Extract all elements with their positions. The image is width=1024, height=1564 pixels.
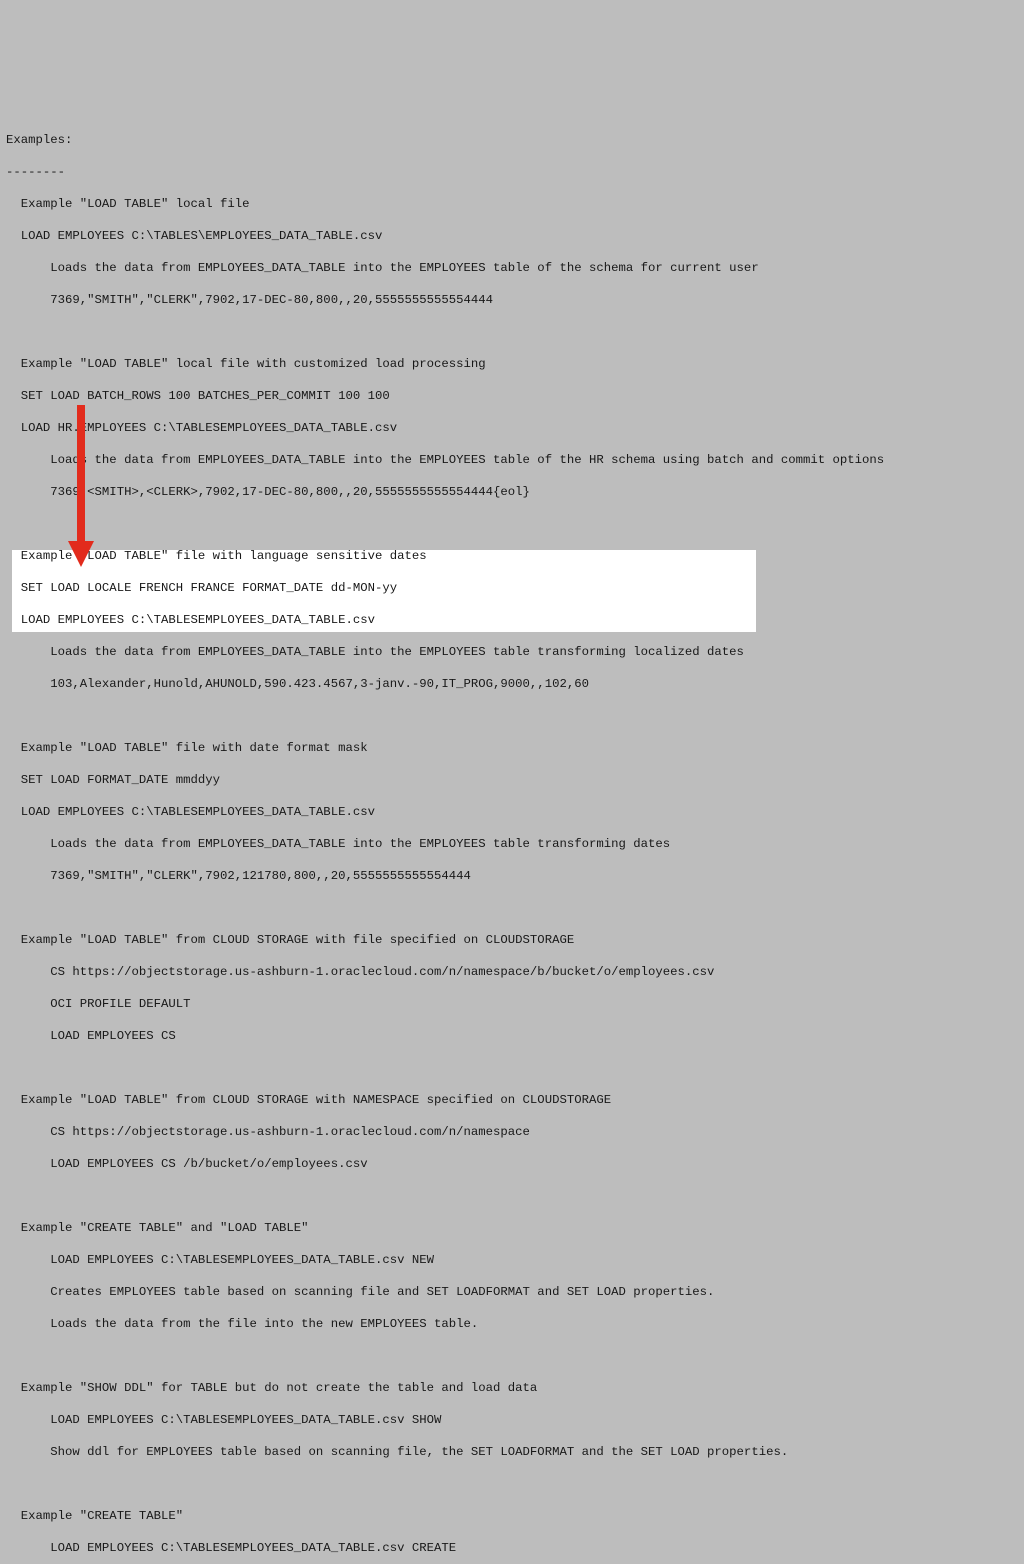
blank-line bbox=[6, 900, 1018, 916]
terminal-content: Examples: -------- Example "LOAD TABLE" … bbox=[6, 116, 1018, 1564]
example-title: Example "CREATE TABLE" and "LOAD TABLE" bbox=[6, 1220, 1018, 1236]
examples-divider: -------- bbox=[6, 164, 1018, 180]
example-line: 7369,<SMITH>,<CLERK>,7902,17-DEC-80,800,… bbox=[6, 484, 1018, 500]
blank-line bbox=[6, 1188, 1018, 1204]
example-line: LOAD EMPLOYEES C:\TABLESEMPLOYEES_DATA_T… bbox=[6, 804, 1018, 820]
arrow-annotation bbox=[68, 405, 98, 567]
example-line: OCI PROFILE DEFAULT bbox=[6, 996, 1018, 1012]
example-line: Show ddl for EMPLOYEES table based on sc… bbox=[6, 1444, 1018, 1460]
blank-line bbox=[6, 1476, 1018, 1492]
terminal-page: Examples: -------- Example "LOAD TABLE" … bbox=[0, 0, 1024, 1564]
example-line: SET LOAD LOCALE FRENCH FRANCE FORMAT_DAT… bbox=[6, 580, 1018, 596]
example-line: LOAD EMPLOYEES C:\TABLESEMPLOYEES_DATA_T… bbox=[6, 612, 1018, 628]
example-line: 7369,"SMITH","CLERK",7902,121780,800,,20… bbox=[6, 868, 1018, 884]
example-line: Loads the data from the file into the ne… bbox=[6, 1316, 1018, 1332]
example-line: LOAD EMPLOYEES C:\TABLESEMPLOYEES_DATA_T… bbox=[6, 1252, 1018, 1268]
example-line: Loads the data from EMPLOYEES_DATA_TABLE… bbox=[6, 644, 1018, 660]
example-line: LOAD EMPLOYEES C:\TABLESEMPLOYEES_DATA_T… bbox=[6, 1540, 1018, 1556]
example-title: Example "LOAD TABLE" file with date form… bbox=[6, 740, 1018, 756]
example-title: Example "LOAD TABLE" local file with cus… bbox=[6, 356, 1018, 372]
example-line: SET LOAD FORMAT_DATE mmddyy bbox=[6, 772, 1018, 788]
example-line: Creates EMPLOYEES table based on scannin… bbox=[6, 1284, 1018, 1300]
example-line: 7369,"SMITH","CLERK",7902,17-DEC-80,800,… bbox=[6, 292, 1018, 308]
example-line: LOAD HR.EMPLOYEES C:\TABLESEMPLOYEES_DAT… bbox=[6, 420, 1018, 436]
example-line: SET LOAD BATCH_ROWS 100 BATCHES_PER_COMM… bbox=[6, 388, 1018, 404]
blank-line bbox=[6, 1060, 1018, 1076]
example-line: LOAD EMPLOYEES C:\TABLES\EMPLOYEES_DATA_… bbox=[6, 228, 1018, 244]
example-line: LOAD EMPLOYEES CS /b/bucket/o/employees.… bbox=[6, 1156, 1018, 1172]
example-line: Loads the data from EMPLOYEES_DATA_TABLE… bbox=[6, 836, 1018, 852]
example-title: Example "SHOW DDL" for TABLE but do not … bbox=[6, 1380, 1018, 1396]
blank-line bbox=[6, 708, 1018, 724]
example-line: LOAD EMPLOYEES CS bbox=[6, 1028, 1018, 1044]
example-line: CS https://objectstorage.us-ashburn-1.or… bbox=[6, 964, 1018, 980]
blank-line bbox=[6, 1348, 1018, 1364]
example-title: Example "LOAD TABLE" local file bbox=[6, 196, 1018, 212]
example-line: Loads the data from EMPLOYEES_DATA_TABLE… bbox=[6, 452, 1018, 468]
examples-header: Examples: bbox=[6, 132, 1018, 148]
example-line: CS https://objectstorage.us-ashburn-1.or… bbox=[6, 1124, 1018, 1140]
example-line: 103,Alexander,Hunold,AHUNOLD,590.423.456… bbox=[6, 676, 1018, 692]
example-title: Example "LOAD TABLE" from CLOUD STORAGE … bbox=[6, 1092, 1018, 1108]
blank-line bbox=[6, 516, 1018, 532]
example-line: Loads the data from EMPLOYEES_DATA_TABLE… bbox=[6, 260, 1018, 276]
example-line: LOAD EMPLOYEES C:\TABLESEMPLOYEES_DATA_T… bbox=[6, 1412, 1018, 1428]
example-title: Example "CREATE TABLE" bbox=[6, 1508, 1018, 1524]
example-title: Example "LOAD TABLE" from CLOUD STORAGE … bbox=[6, 932, 1018, 948]
example-title: Example "LOAD TABLE" file with language … bbox=[6, 548, 1018, 564]
blank-line bbox=[6, 324, 1018, 340]
